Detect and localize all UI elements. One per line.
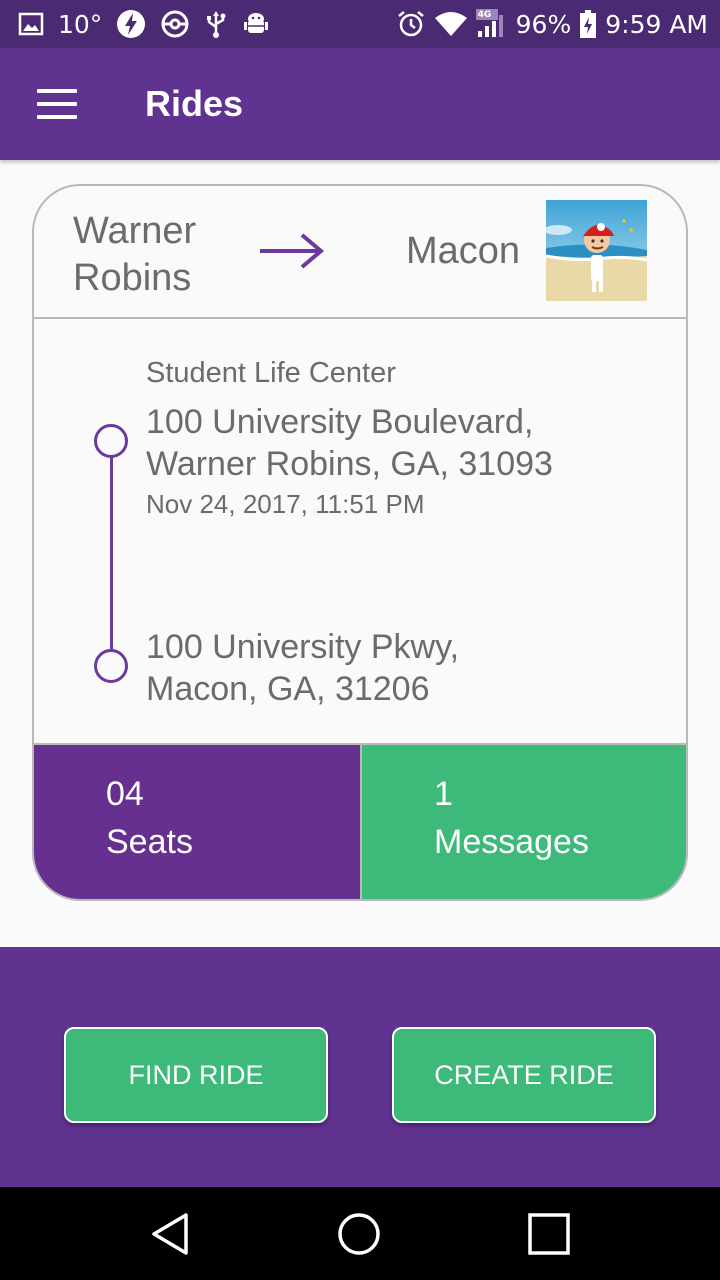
messages-label: Messages [434,823,589,861]
alarm-icon [396,9,426,39]
dropoff-address-line1: 100 University Pkwy, [146,628,460,666]
flash-icon [116,9,146,39]
navigation-bar [0,1187,720,1280]
dropoff-address: 100 University Pkwy, Macon, GA, 31206 [146,626,459,710]
recents-icon[interactable] [524,1209,574,1259]
app-bar: Rides [0,48,720,160]
pickup-address: 100 University Boulevard, Warner Robins,… [146,401,553,485]
clock-text: 9:59 AM [605,9,708,39]
seats-button[interactable]: 04 Seats [34,745,360,899]
dropoff-marker-icon [94,649,128,683]
ride-card-footer: 04 Seats 1 Messages [34,743,686,899]
menu-icon[interactable] [37,89,77,119]
seats-label: Seats [106,823,193,861]
pickup-address-line2: Warner Robins, GA, 31093 [146,445,553,483]
page-title: Rides [145,83,244,124]
to-city: Macon [406,230,521,272]
route-details: Student Life Center 100 University Boule… [34,319,686,743]
status-bar: 10° 4G 96% 9:59 AM [0,0,720,48]
pickup-datetime: Nov 24, 2017, 11:51 PM [146,489,425,519]
network-type-text: 4G [477,10,492,20]
wifi-icon [434,11,468,37]
messages-button[interactable]: 1 Messages [360,745,686,899]
battery-percent-text: 96% [515,9,572,39]
action-panel: FIND RIDE CREATE RIDE [0,947,720,1187]
route-line [110,442,113,654]
image-icon [18,12,44,36]
find-ride-button[interactable]: FIND RIDE [64,1027,328,1123]
arrow-right-icon [256,226,326,280]
pickup-address-line1: 100 University Boulevard, [146,403,534,441]
messages-count: 1 [434,775,453,813]
ride-card[interactable]: Warner Robins Macon Student Life Center … [32,184,688,901]
from-city: Warner Robins [73,210,197,299]
usb-icon [204,9,228,39]
driver-avatar[interactable] [546,200,647,301]
home-icon[interactable] [334,1209,384,1259]
seats-count: 04 [106,775,144,813]
back-icon[interactable] [145,1209,195,1259]
create-ride-button[interactable]: CREATE RIDE [392,1027,656,1123]
temperature-text: 10° [58,9,103,39]
android-debug-icon [242,9,270,39]
pokeball-icon [160,9,190,39]
pickup-marker-icon [94,424,128,458]
battery-icon [579,9,597,39]
ride-card-header: Warner Robins Macon [34,186,686,319]
dropoff-address-line2: Macon, GA, 31206 [146,670,430,708]
signal-icon: 4G [475,9,508,39]
pickup-location-name: Student Life Center [146,357,396,389]
